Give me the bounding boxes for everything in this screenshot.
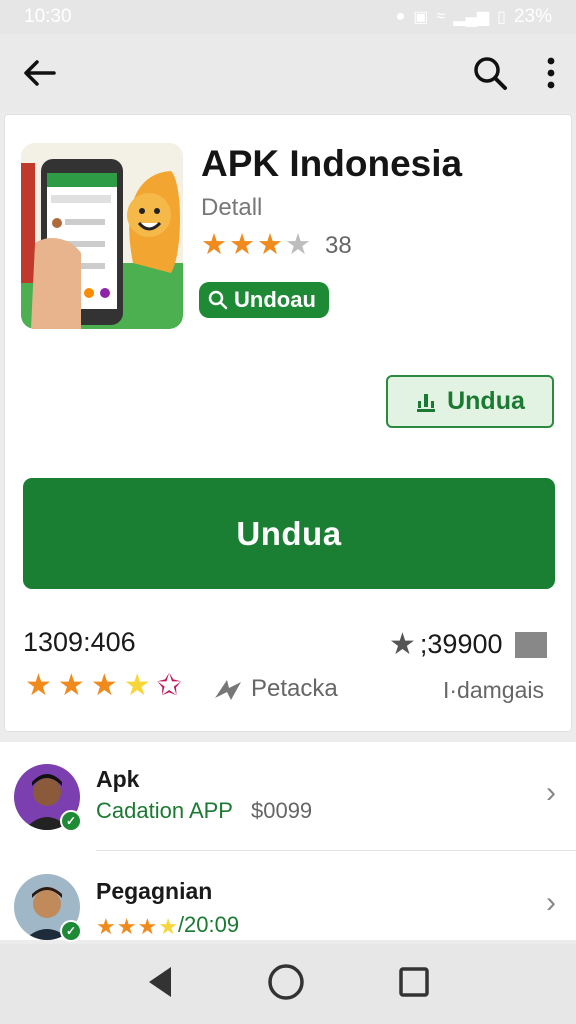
nav-back-icon [149,966,171,997]
nav-home-icon [268,963,304,1000]
star-icon: ★ [201,229,227,261]
list-item[interactable]: ✓ Apk Cadation APP $0099 › [0,742,576,842]
package-info: Petacka [213,675,338,703]
star-icon: ★ [57,669,85,702]
system-nav-bar [0,944,576,1024]
app-rating: ★ ★ ★ ★ 38 [201,231,352,260]
images-label: I·damgais [443,677,544,703]
star-icon: ★ [229,229,255,261]
back-button[interactable] [22,58,56,88]
status-time: 10:30 [24,6,72,27]
wifi-icon: ≈ [436,8,446,25]
list-item-subtitle: Cadation APP $0099 [96,798,312,824]
search-chip[interactable]: Undoau [199,282,329,318]
chip-label: Undoau [234,287,316,312]
app-subtitle: Detall [201,194,263,221]
verified-icon: ✓ [60,810,82,832]
download-small-label: Undua [447,387,525,415]
search-button[interactable] [472,55,508,91]
star-icon: ★ [137,914,158,939]
list-item[interactable]: ✓ Pegagnian ★ ★ ★ ★ /20:09 › [0,850,576,950]
image-icon: ▣ [413,9,429,26]
star-icon: ★ [90,669,118,702]
list-item-rating: ★ ★ ★ ★ [96,914,178,940]
search-icon [474,57,507,90]
stat-reviews-value: ;39900 [419,629,503,659]
list-item-time: /20:09 [177,912,240,937]
star-icon: ★ [123,669,151,702]
nav-back-button[interactable] [147,965,173,1004]
stat-downloads: 1309:406 [23,627,136,657]
list-item-title: Pegagnian [96,878,213,904]
list-item-category: Cadation APP [96,798,233,823]
avatar: ✓ [14,874,82,942]
stats-rating: ★ ★ ★ ★ ✩ [25,671,182,701]
notification-icon: ● [395,8,406,25]
square-icon [514,631,547,658]
chevron-right-icon: › [546,776,556,809]
app-title: APK Indonesia [201,143,463,184]
star-icon: ★ [257,229,283,261]
battery-icon: ▯ [497,9,506,26]
list-item-subtitle: ★ ★ ★ ★ /20:09 [96,912,239,940]
search-icon [208,290,228,310]
download-small-button[interactable]: Undua [386,375,554,428]
package-label: Petacka [251,675,338,702]
nav-home-button[interactable] [267,963,305,1006]
more-options-button[interactable] [546,57,556,89]
list-item-price: $0099 [250,798,313,823]
rating-count: 38 [325,231,352,259]
app-icon [21,143,183,329]
battery-text: 23% [513,6,552,27]
status-bar: 10:30 ● ▣ ≈ ▂▄▆ ▯ 23% [0,0,576,34]
star-outline-icon: ✩ [156,669,182,702]
plane-icon [215,680,241,700]
download-icon [417,393,436,412]
download-button[interactable]: Undua [23,478,555,589]
star-icon: ★ [389,628,416,661]
back-arrow-icon [24,60,56,86]
status-icons: ● ▣ ≈ ▂▄▆ ▯ 23% [396,6,552,28]
star-icon: ★ [116,914,137,939]
signal-icon: ▂▄▆ [453,9,490,26]
stat-reviews: ★ ;39900 [389,627,547,662]
nav-recents-button[interactable] [399,966,429,1002]
app-detail-card: APK Indonesia Detall ★ ★ ★ ★ 38 Undoau U… [4,114,572,732]
more-vert-icon [547,57,555,89]
star-icon: ★ [25,669,52,702]
chevron-right-icon: › [546,886,556,919]
star-icon: ★ [158,914,178,939]
nav-recents-icon [399,966,429,997]
app-bar [0,34,576,112]
star-icon: ★ [96,914,116,939]
avatar: ✓ [14,764,82,832]
list-item-title: Apk [96,766,140,792]
star-icon: ★ [285,229,311,261]
verified-icon: ✓ [60,920,82,942]
related-list: ✓ Apk Cadation APP $0099 › ✓ Pegagnian ★ … [0,742,576,942]
